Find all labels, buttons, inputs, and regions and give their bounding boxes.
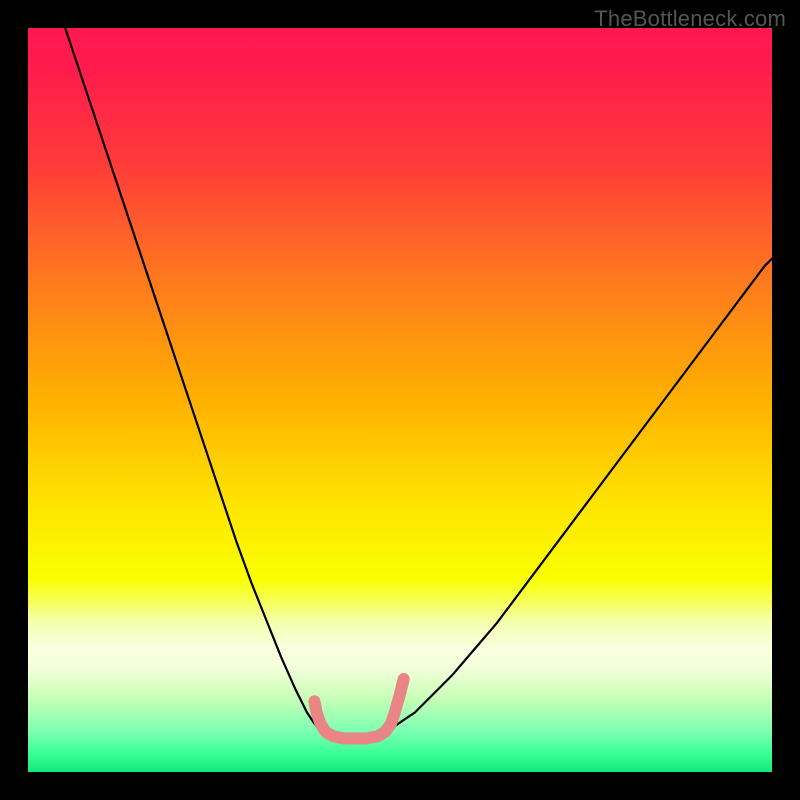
chart-frame: TheBottleneck.com: [0, 0, 800, 800]
plot-area: [28, 28, 772, 772]
gradient-background: [28, 28, 772, 772]
watermark-label: TheBottleneck.com: [594, 6, 786, 32]
chart-svg: [28, 28, 772, 772]
